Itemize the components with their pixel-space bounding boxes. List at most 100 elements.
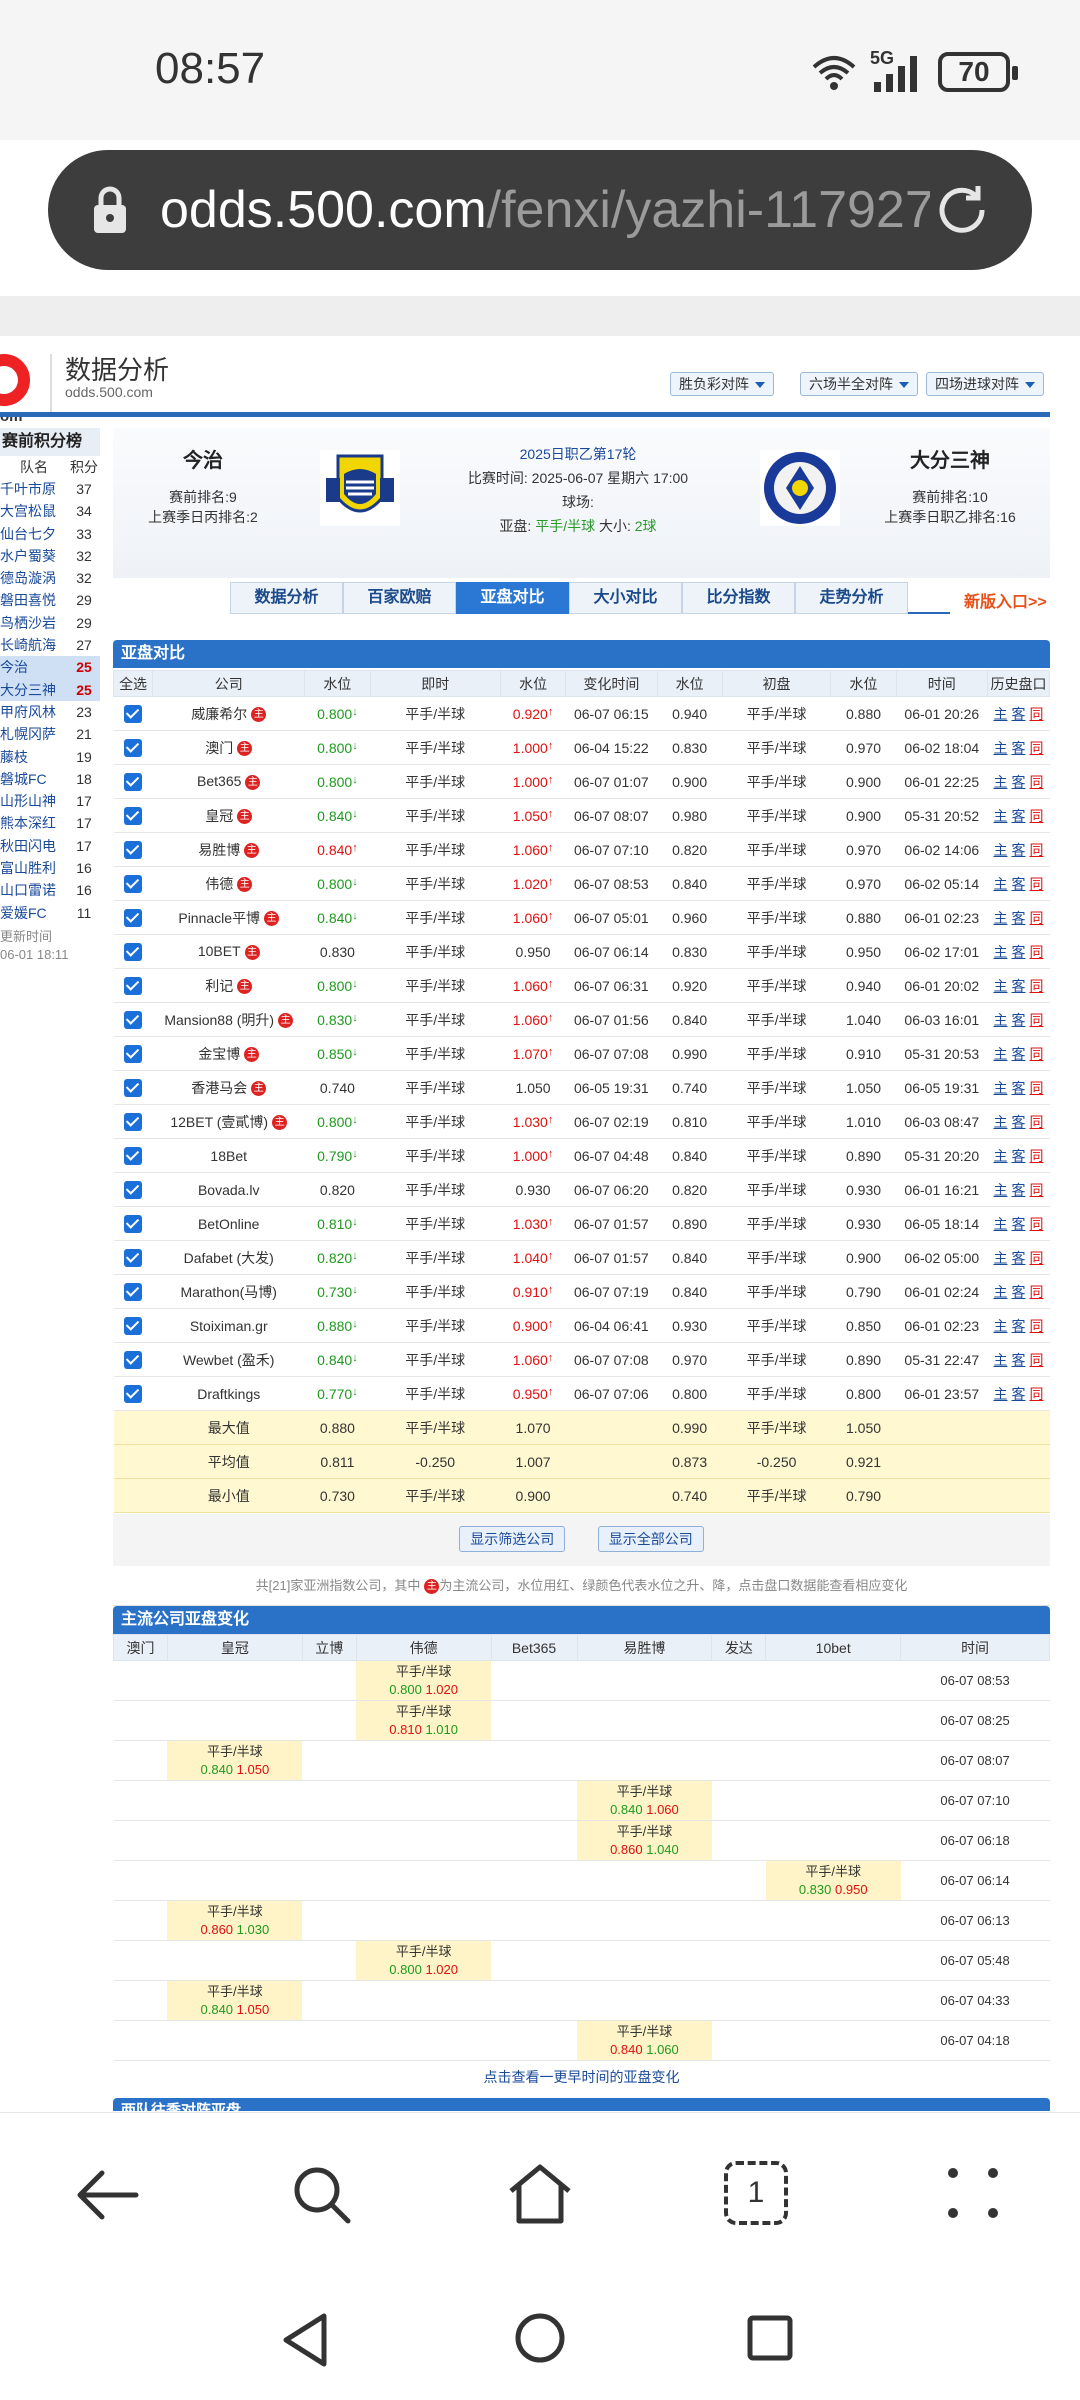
init-away-water[interactable]: 0.970 [830,730,897,765]
history-same-link[interactable]: 同 [1029,1148,1043,1164]
live-handicap[interactable]: 平手/半球 [370,1138,501,1173]
back-icon[interactable] [72,2165,142,2225]
handicap-change-cell[interactable]: 平手/半球 0.860 1.030 [167,1900,303,1941]
history-away-link[interactable]: 客 [1011,944,1025,960]
company-name[interactable]: Stoiximan.gr [190,1318,268,1334]
live-away-water[interactable]: 1.030↑ [500,1206,566,1241]
history-same-link[interactable]: 同 [1029,808,1043,824]
row-checkbox[interactable] [124,840,143,859]
init-away-water[interactable]: 0.940 [830,968,897,1003]
history-home-link[interactable]: 主 [993,910,1007,926]
row-checkbox[interactable] [124,1282,143,1301]
init-away-water[interactable]: 0.890 [830,1138,897,1173]
company-name[interactable]: Bovada.lv [198,1182,259,1198]
history-same-link[interactable]: 同 [1029,1182,1043,1198]
history-away-link[interactable]: 客 [1011,876,1025,892]
live-handicap[interactable]: 平手/半球 [370,1274,501,1309]
live-handicap[interactable]: 平手/半球 [370,1376,501,1411]
handicap-change-cell[interactable]: 平手/半球 0.830 0.950 [765,1860,901,1901]
live-handicap[interactable]: 平手/半球 [370,798,501,833]
live-handicap[interactable]: 平手/半球 [370,1206,501,1241]
company-cell[interactable]: 易胜博主 [152,832,305,867]
init-home-water[interactable]: 0.930 [657,1308,723,1343]
history-home-link[interactable]: 主 [993,1182,1007,1198]
history-home-link[interactable]: 主 [993,1386,1007,1402]
row-checkbox[interactable] [124,1316,143,1335]
tab-over-under[interactable]: 大小对比 [569,582,682,614]
init-away-water[interactable]: 0.970 [830,832,897,867]
history-same-link[interactable]: 同 [1029,774,1043,790]
live-away-water[interactable]: 0.930 [500,1172,566,1207]
handicap-change-cell[interactable]: 平手/半球 0.800 1.020 [356,1940,492,1981]
live-handicap[interactable]: 平手/半球 [370,866,501,901]
init-home-water[interactable]: 0.900 [657,764,723,799]
init-away-water[interactable]: 0.900 [830,764,897,799]
live-home-water[interactable]: 0.820↓ [304,1240,371,1275]
init-handicap[interactable]: 平手/半球 [722,1172,831,1207]
company-name[interactable]: Wewbet (盈禾) [183,1352,275,1368]
live-home-water[interactable]: 0.840↓ [304,1342,371,1377]
live-home-water[interactable]: 0.820 [304,1172,371,1207]
live-handicap[interactable]: 平手/半球 [370,1036,501,1071]
history-same-link[interactable]: 同 [1029,910,1043,926]
standings-row[interactable]: 德岛漩涡 32 [0,567,100,589]
row-checkbox[interactable] [124,874,143,893]
init-handicap[interactable]: 平手/半球 [722,1070,831,1105]
company-cell[interactable]: 18Bet [152,1138,305,1173]
live-away-water[interactable]: 0.950↑ [500,1376,566,1411]
handicap-change-cell[interactable]: 平手/半球 0.840 1.060 [577,1780,712,1821]
handicap-change-cell[interactable]: 平手/半球 0.840 1.050 [167,1980,303,2021]
company-cell[interactable]: 伟德主 [152,866,305,901]
row-checkbox[interactable] [124,976,143,995]
init-handicap[interactable]: 平手/半球 [722,1206,831,1241]
row-checkbox[interactable] [124,1384,143,1403]
history-same-link[interactable]: 同 [1029,876,1043,892]
url-text[interactable]: odds.500.com/fenxi/yazhi-117927 [160,180,930,240]
row-checkbox[interactable] [124,1350,143,1369]
history-away-link[interactable]: 客 [1011,1046,1025,1062]
init-home-water[interactable]: 0.970 [657,1342,723,1377]
history-same-link[interactable]: 同 [1029,978,1043,994]
company-cell[interactable]: 利记主 [152,968,305,1003]
live-home-water[interactable]: 0.770↓ [304,1376,371,1411]
company-cell[interactable]: 香港马会主 [152,1070,305,1105]
row-checkbox[interactable] [124,942,143,961]
init-home-water[interactable]: 0.800 [657,1376,723,1411]
live-home-water[interactable]: 0.840↓ [304,798,371,833]
standings-row[interactable]: 山口雷诺 16 [0,879,100,901]
tab-asian-handicap[interactable]: 亚盘对比 [456,582,569,614]
init-home-water[interactable]: 0.840 [657,1240,723,1275]
company-name[interactable]: Bet365 [197,773,241,789]
history-away-link[interactable]: 客 [1011,1216,1025,1232]
init-away-water[interactable]: 0.880 [830,696,897,731]
home-team-name[interactable]: 今治 [113,444,293,473]
init-handicap[interactable]: 平手/半球 [722,696,831,731]
standings-row[interactable]: 磐城FC 18 [0,768,100,790]
history-away-link[interactable]: 客 [1011,1148,1025,1164]
init-home-water[interactable]: 0.840 [657,1274,723,1309]
live-handicap[interactable]: 平手/半球 [370,832,501,867]
live-away-water[interactable]: 1.060↑ [500,1002,566,1037]
company-name[interactable]: 伟德 [205,876,233,892]
init-home-water[interactable]: 0.990 [657,1036,723,1071]
company-cell[interactable]: Draftkings [152,1376,305,1411]
live-home-water[interactable]: 0.810↓ [304,1206,371,1241]
history-same-link[interactable]: 同 [1029,1046,1043,1062]
history-same-link[interactable]: 同 [1029,1318,1043,1334]
init-handicap[interactable]: 平手/半球 [722,798,831,833]
league-round[interactable]: 2025日职乙第17轮 [413,442,743,466]
company-cell[interactable]: BetOnline [152,1206,305,1241]
init-home-water[interactable]: 0.840 [657,866,723,901]
history-home-link[interactable]: 主 [993,1318,1007,1334]
init-handicap[interactable]: 平手/半球 [722,1240,831,1275]
init-away-water[interactable]: 1.050 [830,1070,897,1105]
standings-row[interactable]: 磐田喜悦 29 [0,589,100,611]
init-handicap[interactable]: 平手/半球 [722,1036,831,1071]
company-name[interactable]: 易胜博 [198,842,240,858]
company-name[interactable]: Dafabet (大发) [184,1250,274,1266]
row-checkbox[interactable] [124,738,143,757]
init-handicap[interactable]: 平手/半球 [722,764,831,799]
init-handicap[interactable]: 平手/半球 [722,1308,831,1343]
history-home-link[interactable]: 主 [993,1216,1007,1232]
history-home-link[interactable]: 主 [993,1352,1007,1368]
